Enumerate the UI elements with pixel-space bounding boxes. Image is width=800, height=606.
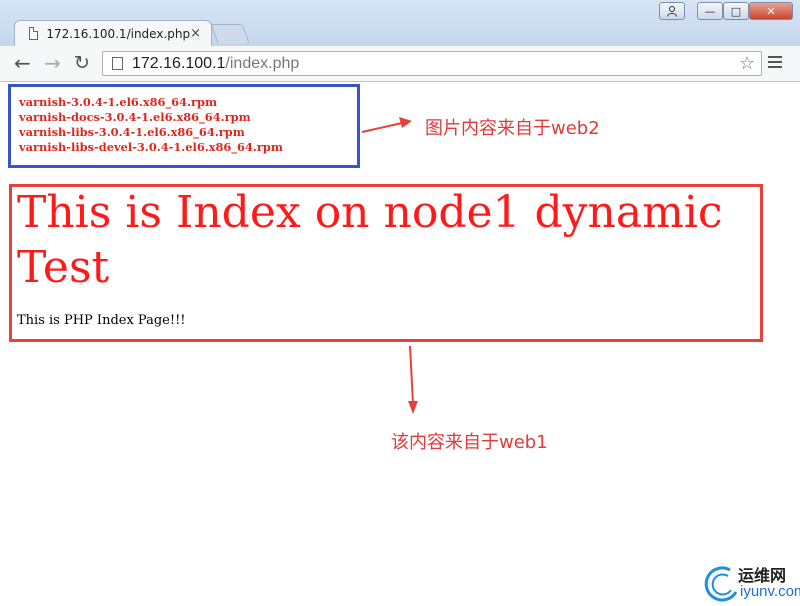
logo-icon [704, 566, 738, 602]
arrow-to-image [361, 117, 412, 133]
watermark-url: iyunv.com [740, 583, 800, 600]
annotation-arrows [361, 117, 418, 414]
watermark-logo: 运维网 iyunv.com [700, 560, 800, 606]
arrow-to-content [408, 345, 418, 414]
